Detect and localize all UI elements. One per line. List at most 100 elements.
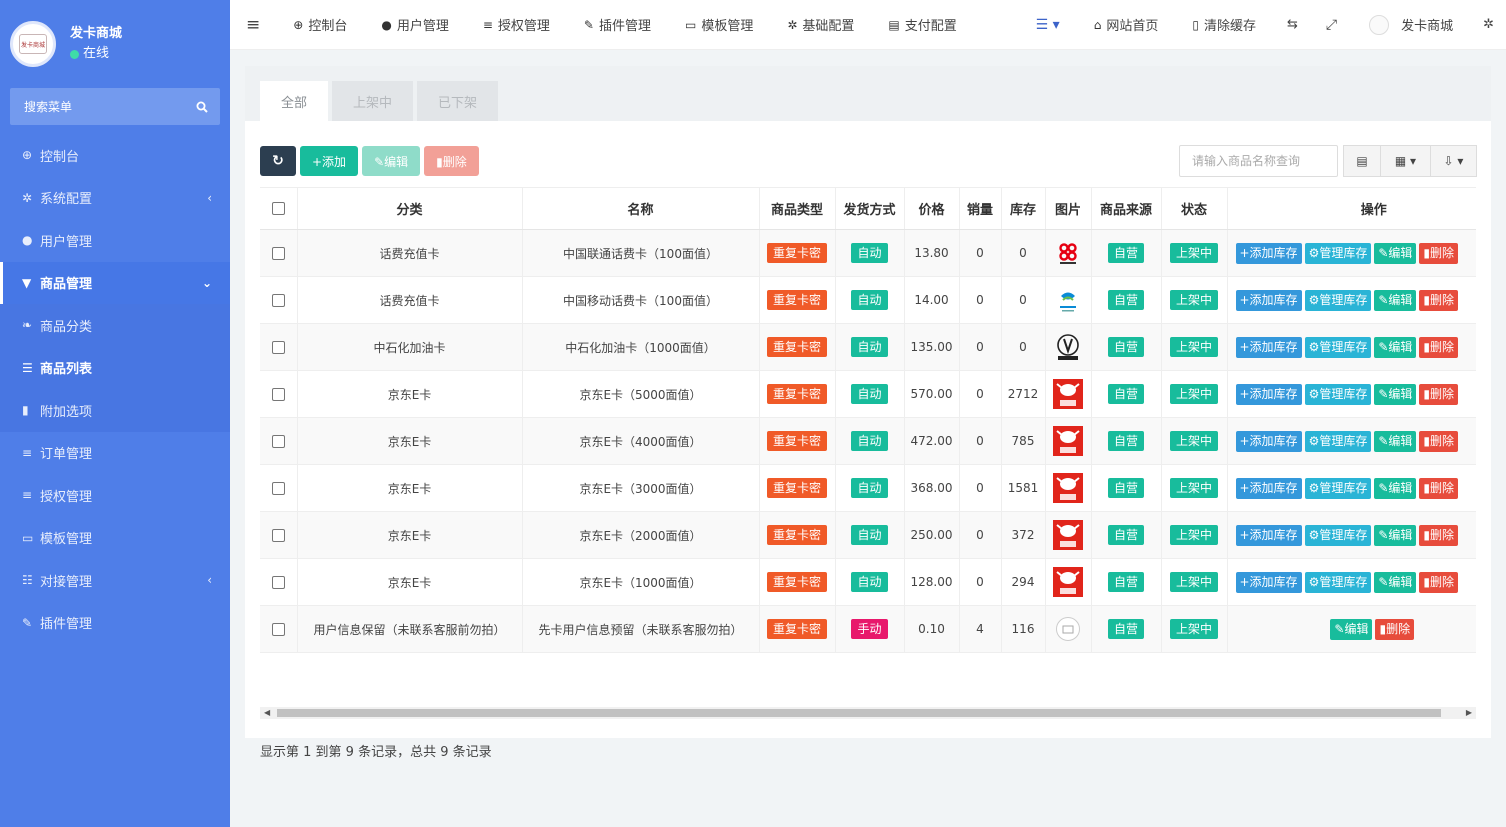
row-checkbox[interactable] xyxy=(271,623,285,636)
status-badge[interactable]: 上架中 xyxy=(1169,243,1218,263)
edit-row-button[interactable]: ✎编辑 xyxy=(1374,289,1417,311)
column-header[interactable]: 销量 xyxy=(958,187,1001,230)
edit-button[interactable]: ✎编辑 xyxy=(362,146,421,176)
toggle-view-button[interactable]: ▤ xyxy=(1343,145,1381,177)
nav-dropdown[interactable]: ☰ ▾ xyxy=(1019,0,1077,50)
status-badge[interactable]: 上架中 xyxy=(1169,525,1218,545)
status-badge[interactable]: 上架中 xyxy=(1169,384,1218,404)
delete-row-button[interactable]: ▮删除 xyxy=(1419,571,1458,593)
status-badge[interactable]: 上架中 xyxy=(1169,337,1218,357)
sidebar-item-5[interactable]: ☰ 商品列表 xyxy=(0,346,230,389)
fullscreen-toggle[interactable]: ⤢ xyxy=(1312,0,1351,50)
delete-row-button[interactable]: ▮删除 xyxy=(1419,383,1458,405)
tab-2[interactable]: 已下架 xyxy=(417,81,499,121)
edit-row-button[interactable]: ✎编辑 xyxy=(1374,477,1417,499)
top-nav-0[interactable]: ⊕ 控制台 xyxy=(276,0,364,50)
sidebar-item-3[interactable]: ▼ 商品管理 ⌄ xyxy=(0,261,230,304)
column-header[interactable]: 商品类型 xyxy=(758,187,835,230)
list-dropdown-icon[interactable]: ☰ ▾ xyxy=(1036,17,1060,33)
sidebar-item-11[interactable]: ✎ 插件管理 xyxy=(0,602,230,645)
scroll-thumb[interactable] xyxy=(277,709,1441,717)
edit-row-button[interactable]: ✎编辑 xyxy=(1374,336,1417,358)
delete-row-button[interactable]: ▮删除 xyxy=(1419,242,1458,264)
gear-icon[interactable]: ✲ xyxy=(1483,17,1494,32)
add-stock-button[interactable]: +添加库存 xyxy=(1235,289,1302,311)
table-row[interactable]: 话费充值卡 中国移动话费卡（100面值） 重复卡密 自动 14.00 0 0 自营 上架中 +添加… xyxy=(260,276,1476,324)
edit-row-button[interactable]: ✎编辑 xyxy=(1374,242,1417,264)
table-row[interactable]: 京东E卡 京东E卡（5000面值） 重复卡密 自动 570.00 0 2712 自营 上架中 +添… xyxy=(260,370,1476,418)
delete-row-button[interactable]: ▮删除 xyxy=(1419,289,1458,311)
edit-row-button[interactable]: ✎编辑 xyxy=(1374,571,1417,593)
product-image[interactable] xyxy=(1053,520,1083,550)
table-row[interactable]: 京东E卡 京东E卡（4000面值） 重复卡密 自动 472.00 0 785 自营 上架中 +添加… xyxy=(260,417,1476,465)
column-header[interactable]: 发货方式 xyxy=(834,187,904,230)
manage-stock-button[interactable]: ⚙管理库存 xyxy=(1304,383,1372,405)
sidebar-item-4[interactable]: ❧ 商品分类 xyxy=(0,304,230,347)
sidebar-item-6[interactable]: ▮ 附加选项 xyxy=(0,389,230,432)
column-header[interactable]: 商品来源 xyxy=(1090,187,1161,230)
table-row[interactable]: 京东E卡 京东E卡（3000面值） 重复卡密 自动 368.00 0 1581 自营 上架中 +添… xyxy=(260,464,1476,512)
scroll-right-icon[interactable]: ▶ xyxy=(1466,707,1472,719)
row-checkbox[interactable] xyxy=(271,247,285,260)
sidebar-item-9[interactable]: ▭ 模板管理 xyxy=(0,517,230,560)
scroll-left-icon[interactable]: ◀ xyxy=(264,707,270,719)
manage-stock-button[interactable]: ⚙管理库存 xyxy=(1304,524,1372,546)
column-select-button[interactable]: ▦ ▾ xyxy=(1381,145,1431,177)
table-row[interactable]: 京东E卡 京东E卡（2000面值） 重复卡密 自动 250.00 0 372 自营 上架中 +添加… xyxy=(260,511,1476,559)
settings-toggle[interactable]: ✲ xyxy=(1471,0,1506,50)
top-nav-1[interactable]: ● 用户管理 xyxy=(364,0,466,50)
edit-row-button[interactable]: ✎编辑 xyxy=(1374,524,1417,546)
delete-row-button[interactable]: ▮删除 xyxy=(1419,524,1458,546)
column-header[interactable]: 图片 xyxy=(1044,187,1091,230)
row-checkbox[interactable] xyxy=(271,529,285,542)
row-checkbox[interactable] xyxy=(271,341,285,354)
status-badge[interactable]: 上架中 xyxy=(1169,572,1218,592)
row-checkbox[interactable] xyxy=(271,388,285,401)
edit-row-button[interactable]: ✎编辑 xyxy=(1330,618,1373,640)
refresh-button[interactable]: ↻ xyxy=(260,146,296,176)
export-button[interactable]: ⇩ ▾ xyxy=(1431,145,1477,177)
delete-row-button[interactable]: ▮删除 xyxy=(1419,430,1458,452)
language-toggle[interactable]: ⇆ xyxy=(1273,0,1312,50)
sidebar-item-10[interactable]: ☷ 对接管理 ‹ xyxy=(0,559,230,602)
product-image[interactable] xyxy=(1053,473,1083,503)
top-nav-5[interactable]: ✲ 基础配置 xyxy=(770,0,871,50)
menu-toggle[interactable]: ≡ xyxy=(230,0,276,50)
add-stock-button[interactable]: +添加库存 xyxy=(1235,242,1302,264)
manage-stock-button[interactable]: ⚙管理库存 xyxy=(1304,336,1372,358)
sidebar-item-7[interactable]: ≡ 订单管理 xyxy=(0,432,230,475)
status-badge[interactable]: 上架中 xyxy=(1169,431,1218,451)
product-image[interactable] xyxy=(1053,285,1083,315)
add-button[interactable]: +添加 xyxy=(300,146,359,176)
table-row[interactable]: 中石化加油卡 中石化加油卡（1000面值） 重复卡密 自动 135.00 0 0 自营 上架中 +… xyxy=(260,323,1476,371)
column-header[interactable]: 价格 xyxy=(903,187,959,230)
product-image[interactable] xyxy=(1053,238,1083,268)
top-nav-2[interactable]: ≡ 授权管理 xyxy=(466,0,567,50)
add-stock-button[interactable]: +添加库存 xyxy=(1235,383,1302,405)
sidebar-search[interactable]: 搜索菜单 xyxy=(10,88,220,125)
column-header[interactable]: 状态 xyxy=(1160,187,1227,230)
horizontal-scrollbar[interactable]: ◀ ▶ xyxy=(260,707,1476,719)
top-nav-1[interactable]: ▯ 清除缓存 xyxy=(1175,0,1273,50)
table-row[interactable]: 京东E卡 京东E卡（1000面值） 重复卡密 自动 128.00 0 294 自营 上架中 +添加… xyxy=(260,558,1476,606)
sidebar-item-0[interactable]: ⊕ 控制台 xyxy=(0,134,230,177)
tab-1[interactable]: 上架中 xyxy=(332,81,414,121)
column-header[interactable]: 库存 xyxy=(1000,187,1045,230)
search-icon[interactable] xyxy=(196,101,208,113)
row-checkbox[interactable] xyxy=(271,435,285,448)
fullscreen-icon[interactable]: ⤢ xyxy=(1326,17,1337,33)
delete-row-button[interactable]: ▮删除 xyxy=(1375,618,1415,640)
top-nav-6[interactable]: ▤ 支付配置 xyxy=(871,0,973,50)
add-stock-button[interactable]: +添加库存 xyxy=(1235,477,1302,499)
manage-stock-button[interactable]: ⚙管理库存 xyxy=(1304,571,1372,593)
product-image[interactable] xyxy=(1053,426,1083,456)
top-nav-3[interactable]: ✎ 插件管理 xyxy=(567,0,668,50)
edit-row-button[interactable]: ✎编辑 xyxy=(1374,430,1417,452)
product-image[interactable] xyxy=(1053,567,1083,597)
delete-row-button[interactable]: ▮删除 xyxy=(1419,336,1458,358)
manage-stock-button[interactable]: ⚙管理库存 xyxy=(1304,430,1372,452)
status-badge[interactable]: 上架中 xyxy=(1169,290,1218,310)
add-stock-button[interactable]: +添加库存 xyxy=(1235,524,1302,546)
hamburger-icon[interactable]: ≡ xyxy=(246,15,260,35)
status-badge[interactable]: 上架中 xyxy=(1169,619,1218,639)
